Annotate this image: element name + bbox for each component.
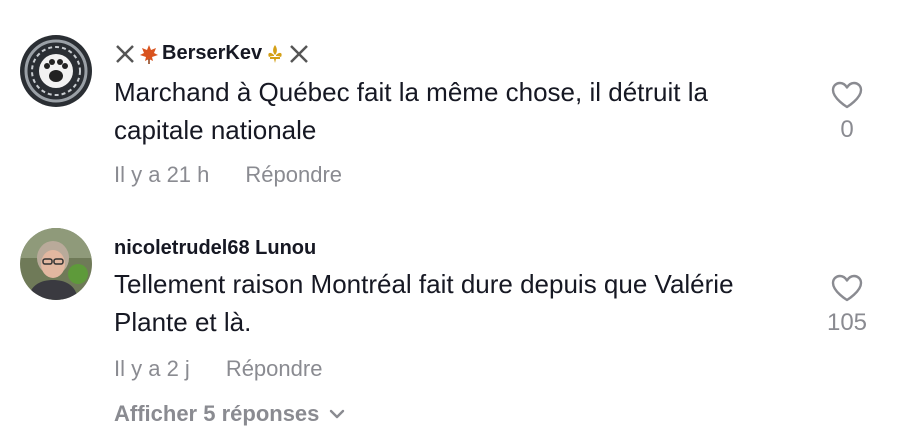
heart-outline-icon (831, 274, 863, 302)
chevron-down-icon (330, 409, 345, 419)
comment-text: Tellement raison Montréal fait dure depu… (114, 269, 734, 337)
username-text: nicoletrudel68 Lunou (114, 237, 317, 259)
reply-button[interactable]: Répondre (245, 162, 342, 188)
like-count: 0 (840, 116, 854, 143)
like-button[interactable]: 105 (810, 273, 884, 337)
timestamp: Il y a 21 h (114, 162, 210, 187)
avatar-image (20, 228, 92, 300)
view-replies-label: Afficher 5 réponses (114, 401, 320, 426)
maple-leaf-icon (140, 44, 158, 64)
crossed-swords-icon (116, 44, 134, 63)
comment-item: nicoletrudel68 Lunou Tellement raison Mo… (0, 215, 912, 444)
fleur-de-lis-icon (268, 44, 282, 63)
like-count: 105 (826, 309, 868, 336)
view-replies-button[interactable]: Afficher 5 réponses (114, 401, 345, 427)
reply-button[interactable]: Répondre (226, 356, 323, 382)
avatar-image (20, 35, 92, 107)
username[interactable]: BerserKev (114, 42, 310, 65)
avatar[interactable] (20, 228, 92, 300)
like-button[interactable]: 0 (810, 80, 884, 144)
comment-text: Marchand à Québec fait la même chose, il… (114, 77, 708, 145)
comment-item: BerserKev Marchand à Québec fait la même… (0, 0, 912, 200)
avatar[interactable] (20, 35, 92, 107)
comment-meta: Il y a 2 j Répondre (114, 356, 322, 382)
heart-outline-icon (831, 81, 863, 109)
crossed-swords-icon (290, 44, 308, 63)
username-text: BerserKev (162, 42, 263, 64)
comment-meta: Il y a 21 h Répondre (114, 162, 342, 188)
username[interactable]: nicoletrudel68 Lunou (114, 237, 316, 260)
timestamp: Il y a 2 j (114, 356, 190, 381)
